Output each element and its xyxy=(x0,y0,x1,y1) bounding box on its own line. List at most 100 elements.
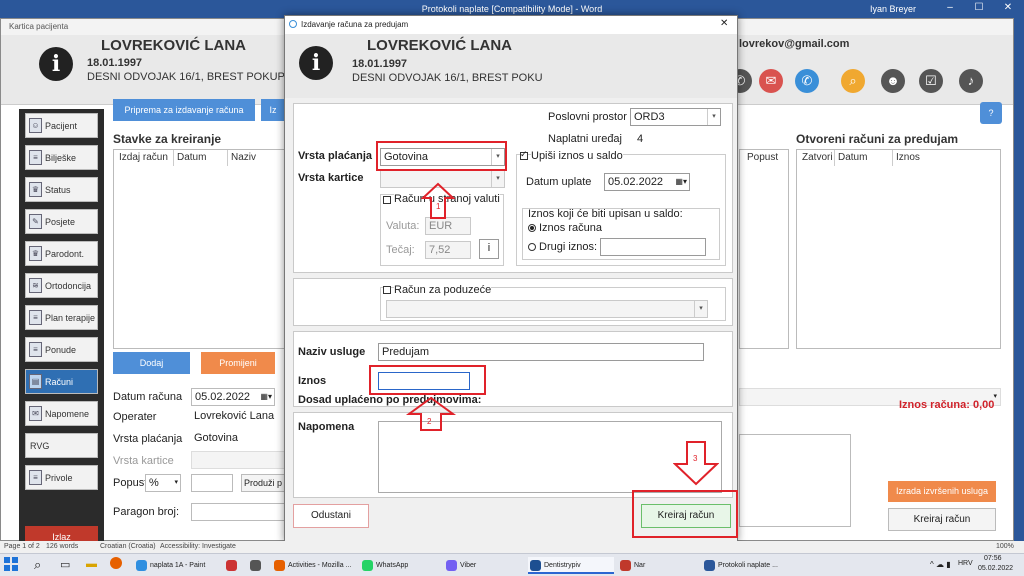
taskbar-app-viber[interactable]: Viber xyxy=(444,557,524,574)
sidebar-item-biljeske[interactable]: ≡ Bilješke xyxy=(25,145,98,170)
sidebar-item-pacijent[interactable]: ☺ Pacijent xyxy=(25,113,98,138)
taskbar-app-dentistry[interactable]: Dentistrypiv xyxy=(528,557,614,574)
other-amount-field[interactable] xyxy=(600,238,706,256)
saldo-label: Upiši iznos u saldo xyxy=(531,150,623,162)
col-izdaj[interactable]: Izdaj račun xyxy=(116,150,174,166)
services-button[interactable]: Izrada izvršenih usluga xyxy=(888,481,996,502)
invoice-total: Iznos računa: 0,00 xyxy=(899,399,995,411)
viber-icon xyxy=(446,560,457,571)
radio-invoice-amount[interactable] xyxy=(528,224,536,232)
rate-field[interactable]: 7,52 xyxy=(425,241,471,259)
annotation-box-payment xyxy=(376,141,507,171)
tab-priprema[interactable]: Priprema za izdavanje računa xyxy=(113,99,255,121)
word-user-name: Iyan Breyer xyxy=(870,4,917,14)
annotation-number-3: 3 xyxy=(693,454,698,463)
extend-button[interactable]: Produži p xyxy=(241,474,285,492)
pay-date-field[interactable]: 05.02.2022 ▦▾ xyxy=(604,173,690,191)
language-indicator[interactable]: HRV xyxy=(958,560,973,567)
col-datum[interactable]: Datum xyxy=(174,150,228,166)
device-label: Naplatni uređaj xyxy=(548,133,622,145)
status-accessibility[interactable]: Accessibility: Investigate xyxy=(160,543,236,550)
dialog-patient-address: DESNI ODVOJAK 16/1, BREST POKU xyxy=(352,72,543,84)
clock-time[interactable]: 07:56 xyxy=(984,555,1002,562)
col-zatvori[interactable]: Zatvori xyxy=(799,150,835,166)
card-type-field[interactable] xyxy=(191,451,285,469)
sidebar-item-plan-terapije[interactable]: ≡ Plan terapije xyxy=(25,305,98,330)
change-button[interactable]: Promijeni xyxy=(201,352,275,374)
firefox-icon[interactable] xyxy=(110,557,122,569)
col-naziv[interactable]: Naziv xyxy=(228,150,284,166)
sidebar-item-ponude[interactable]: ≡ Ponude xyxy=(25,337,98,362)
add-button[interactable]: Dodaj xyxy=(113,352,190,374)
cancel-button[interactable]: Odustani xyxy=(293,504,369,528)
foreign-currency-checkbox[interactable] xyxy=(383,196,391,204)
info-icon: i xyxy=(299,46,333,80)
taskbar-app-paint[interactable]: naplata 1A - Paint xyxy=(134,557,220,574)
taskbar-app-nar[interactable]: Nar xyxy=(618,557,698,574)
taskbar: ⌕ ▭ ▬ naplata 1A - Paint Activities - Mo… xyxy=(0,553,1024,576)
dialog-patient-dob: 18.01.1997 xyxy=(352,58,408,70)
taskbar-app-misc[interactable] xyxy=(248,557,268,574)
bell-icon[interactable]: ♪ xyxy=(959,69,983,93)
saldo-checkbox[interactable] xyxy=(520,149,528,160)
taskbar-app-word[interactable]: Protokoli naplate ... xyxy=(702,557,790,574)
dialog-patient-header: i LOVREKOVIĆ LANA 18.01.1997 DESNI ODVOJ… xyxy=(285,34,737,98)
sidebar-item-ortodoncija[interactable]: ≋ Ortodoncija xyxy=(25,273,98,298)
items-grid-right[interactable]: Popust xyxy=(739,149,789,349)
tab-izdani[interactable]: Iz xyxy=(261,99,285,121)
amount-label: Iznos xyxy=(298,375,327,387)
advance-grid[interactable]: Zatvori Datum Iznos xyxy=(796,149,1001,349)
chat-icon[interactable]: ✆ xyxy=(795,69,819,93)
sidebar-item-status[interactable]: ♛ Status xyxy=(25,177,98,202)
status-page: Page 1 of 2 xyxy=(4,543,40,550)
taskbar-app-firefox[interactable]: Activities - Mozilla ... xyxy=(272,557,356,574)
bg-create-invoice-button[interactable]: Kreiraj račun xyxy=(888,508,996,531)
calendar-icon[interactable]: ▦▾ xyxy=(260,389,272,405)
dialog-close-icon[interactable]: ✕ xyxy=(720,18,728,29)
status-zoom[interactable]: 100% xyxy=(996,543,1014,550)
sidebar-item-racuni[interactable]: ▤ Računi xyxy=(25,369,98,394)
bg-note-area[interactable] xyxy=(739,434,851,527)
clock-date[interactable]: 05.02.2022 xyxy=(978,565,1013,572)
col-iznos-adv[interactable]: Iznos xyxy=(893,150,999,166)
sidebar-item-parodont[interactable]: ♛ Parodont. xyxy=(25,241,98,266)
calendar-icon[interactable]: ▦▾ xyxy=(675,174,687,190)
discount-value-field[interactable] xyxy=(191,474,233,492)
notes-icon: ≡ xyxy=(29,150,42,165)
sidebar-item-napomene[interactable]: ✉ Napomene xyxy=(25,401,98,426)
search-person-icon[interactable]: ⌕ xyxy=(841,69,865,93)
company-select[interactable]: ▾ xyxy=(386,300,708,318)
windows-start-icon[interactable] xyxy=(4,557,18,571)
checklist-icon[interactable]: ☑ xyxy=(919,69,943,93)
close-icon[interactable]: ✕ xyxy=(993,2,1023,16)
radio-other-amount[interactable] xyxy=(528,243,536,251)
sidebar-item-privole[interactable]: ≡ Privole xyxy=(25,465,98,490)
paragon-label: Paragon broj: xyxy=(113,506,180,518)
service-name-field[interactable]: Predujam xyxy=(378,343,704,361)
file-explorer-icon[interactable]: ▬ xyxy=(86,558,97,570)
discount-type-select[interactable]: % ▾ xyxy=(145,474,181,492)
help-button[interactable]: ? xyxy=(980,102,1002,124)
search-icon[interactable]: ⌕ xyxy=(34,557,41,573)
col-datum-adv[interactable]: Datum xyxy=(835,150,893,166)
company-checkbox[interactable] xyxy=(383,286,391,294)
taskbar-app-whatsapp[interactable]: WhatsApp xyxy=(360,557,440,574)
users-icon[interactable]: ☻ xyxy=(881,69,905,93)
patient-email: lovrekov@gmail.com xyxy=(739,38,850,50)
rate-info-button[interactable]: i xyxy=(479,239,499,259)
sidebar-item-posjete[interactable]: ✎ Posjete xyxy=(25,209,98,234)
note-label: Napomena xyxy=(298,421,355,433)
email-icon[interactable]: ✉ xyxy=(759,69,783,93)
col-popust[interactable]: Popust xyxy=(744,150,788,166)
business-space-select[interactable]: ORD3 ▾ xyxy=(630,108,721,126)
paragon-field[interactable] xyxy=(191,503,285,521)
tray-icons[interactable]: ^ ☁ ▮ xyxy=(930,560,951,569)
taskbar-app-red[interactable] xyxy=(224,557,244,574)
maximize-icon[interactable]: ☐ xyxy=(964,2,994,16)
invoice-date-field[interactable]: 05.02.2022 ▦▾ xyxy=(191,388,275,406)
annotation-arrow-down-3 xyxy=(673,441,719,486)
task-view-icon[interactable]: ▭ xyxy=(60,558,70,571)
items-grid[interactable]: Izdaj račun Datum Naziv xyxy=(113,149,285,349)
sidebar-item-rvg[interactable]: RVG xyxy=(25,433,98,458)
minimize-icon[interactable]: – xyxy=(935,2,965,16)
